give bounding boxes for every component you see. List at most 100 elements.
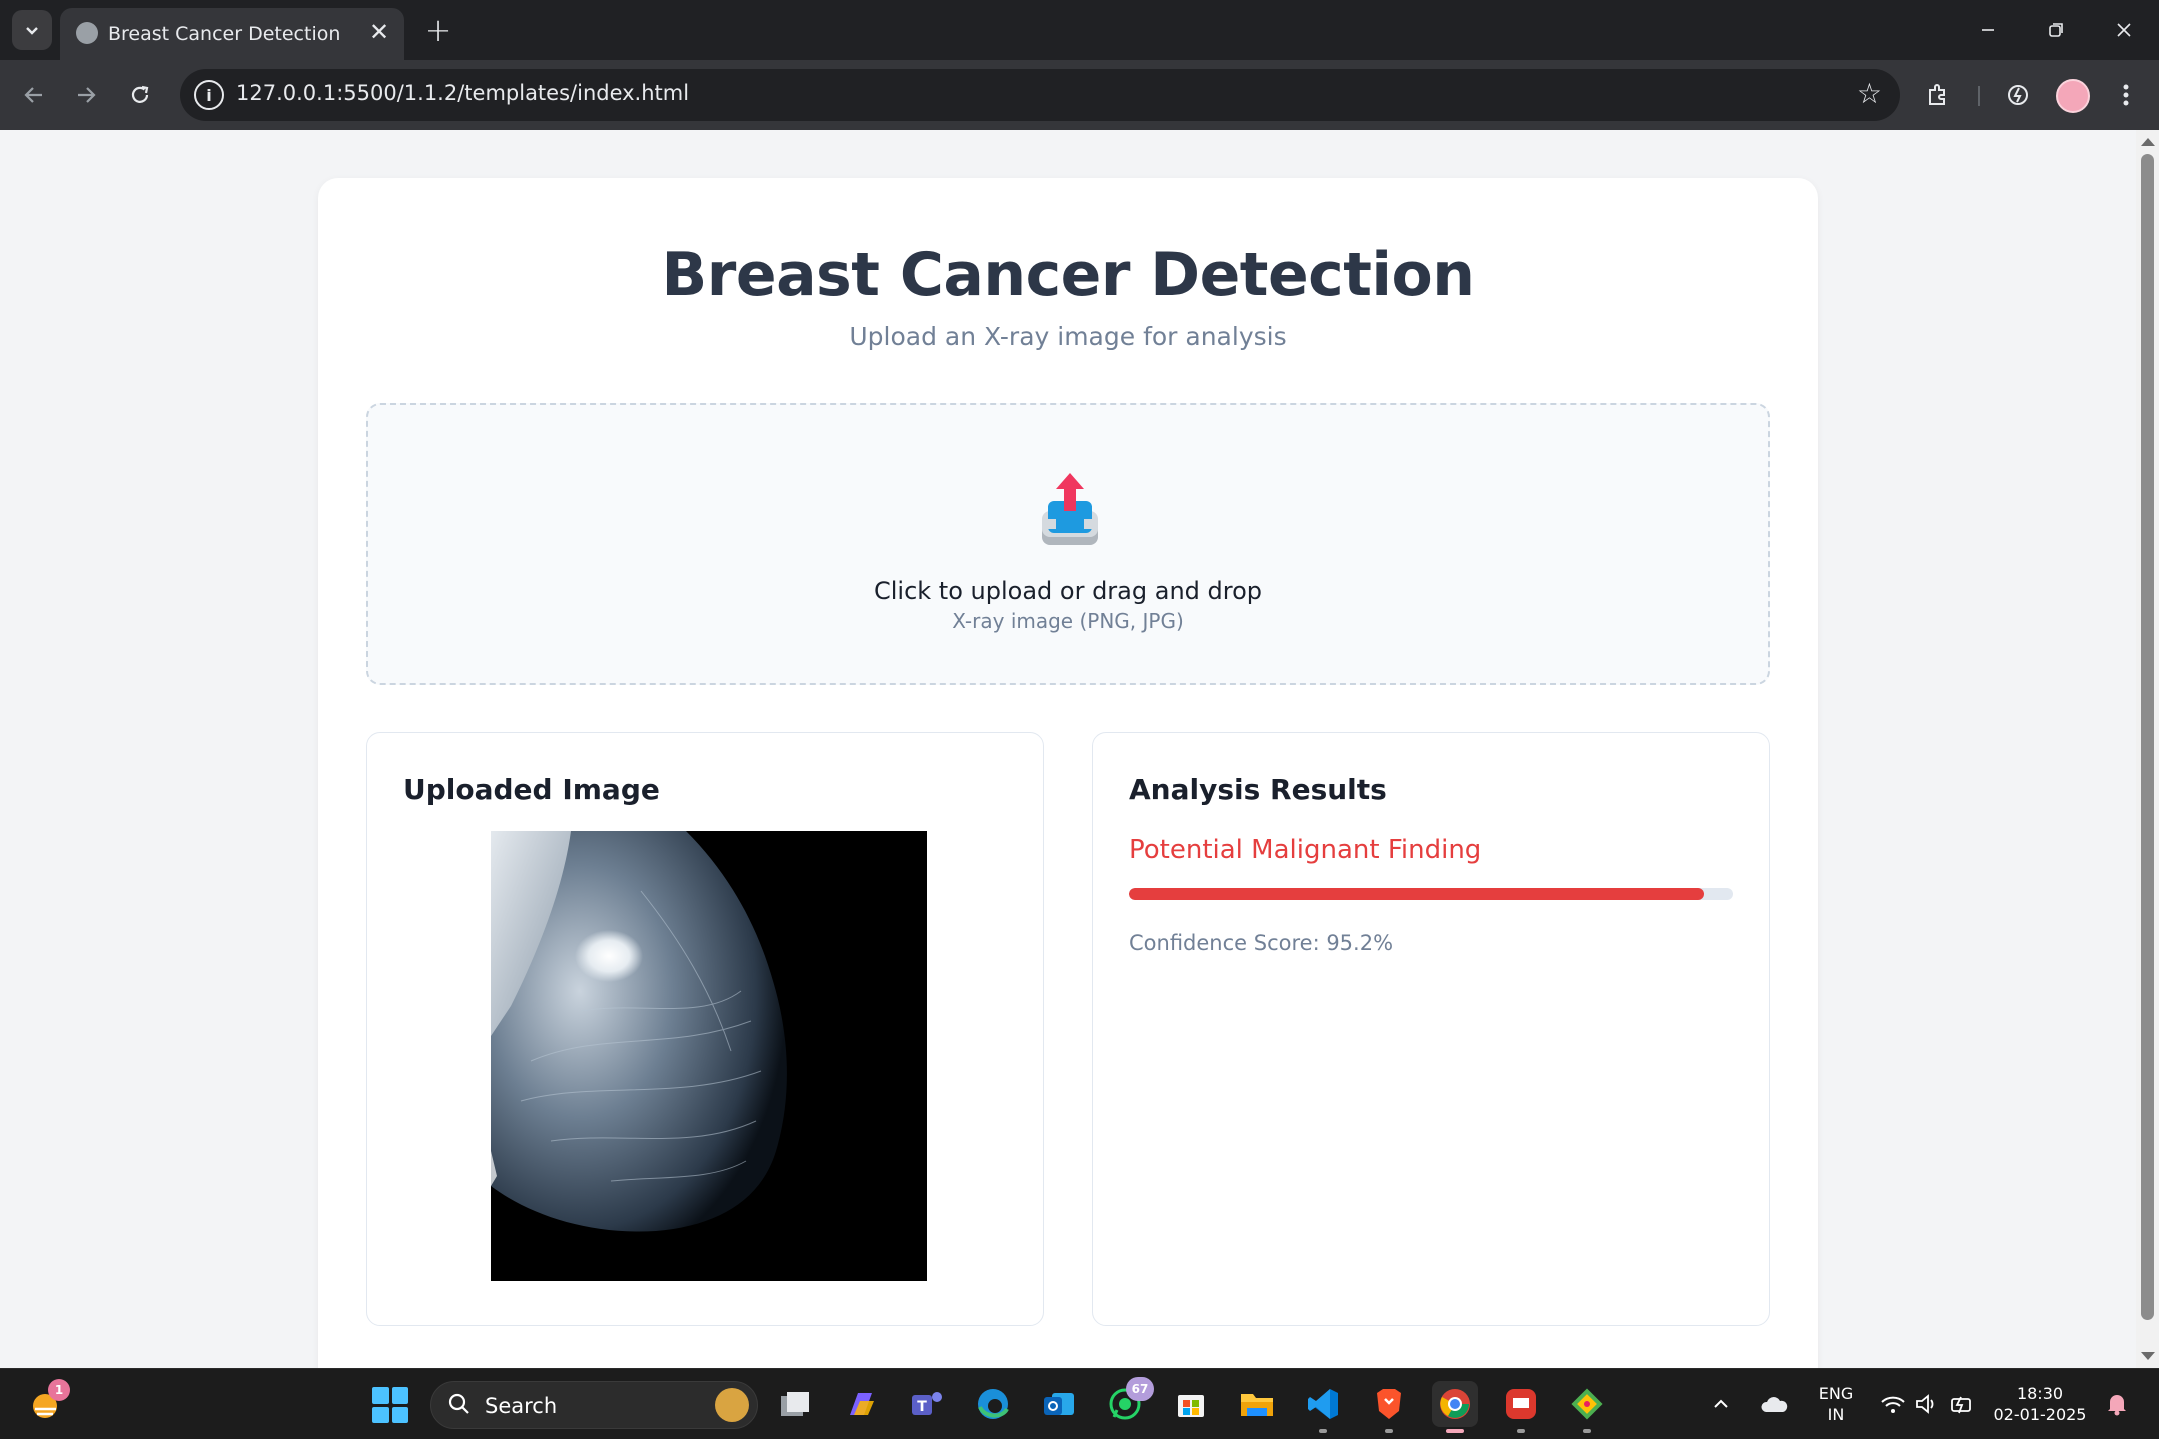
more-menu-icon[interactable] bbox=[2108, 77, 2144, 113]
upload-tray-icon bbox=[1042, 473, 1098, 545]
page-subtitle: Upload an X-ray image for analysis bbox=[849, 322, 1287, 351]
search-label: Search bbox=[485, 1394, 558, 1418]
wifi-icon bbox=[1881, 1396, 1905, 1413]
redis-app[interactable] bbox=[1498, 1381, 1544, 1433]
outlook-icon bbox=[1044, 1393, 1074, 1415]
redis-icon bbox=[1506, 1389, 1536, 1419]
uploaded-image-panel: Uploaded Image bbox=[366, 732, 1044, 1326]
outlook-app[interactable] bbox=[1036, 1381, 1082, 1427]
forward-button[interactable] bbox=[66, 75, 106, 115]
taskbar-search[interactable]: Search bbox=[430, 1381, 758, 1429]
arrow-left-icon bbox=[24, 87, 42, 103]
windows-taskbar: 1 Search T 67 ENG IN 18:30 02-01-2025 bbox=[0, 1368, 2159, 1439]
bell-icon bbox=[2108, 1395, 2126, 1416]
tab-close-icon[interactable]: ✕ bbox=[364, 17, 394, 47]
address-bar[interactable]: i 127.0.0.1:5500/1.1.2/templates/index.h… bbox=[180, 69, 1900, 121]
browser-toolbar: i 127.0.0.1:5500/1.1.2/templates/index.h… bbox=[0, 60, 2159, 130]
upload-file-types: X-ray image (PNG, JPG) bbox=[952, 609, 1184, 633]
search-highlight-icon bbox=[715, 1388, 749, 1422]
reload-button[interactable] bbox=[120, 75, 160, 115]
scroll-thumb[interactable] bbox=[2141, 154, 2154, 1320]
upload-instruction: Click to upload or drag and drop bbox=[873, 577, 1263, 605]
site-info-icon[interactable]: i bbox=[194, 80, 224, 110]
chrome-app[interactable] bbox=[1432, 1381, 1478, 1433]
windows-logo-icon bbox=[372, 1387, 389, 1404]
page-scrollbar[interactable] bbox=[2136, 130, 2159, 1368]
scroll-up-arrow-icon[interactable] bbox=[2141, 138, 2155, 146]
volume-tray[interactable] bbox=[1910, 1381, 1944, 1427]
language-code: ENG bbox=[1818, 1384, 1854, 1403]
clock[interactable]: 18:30 02-01-2025 bbox=[1992, 1383, 2088, 1425]
whatsapp-badge: 67 bbox=[1126, 1377, 1154, 1401]
browser-tab[interactable]: Breast Cancer Detection ✕ bbox=[60, 8, 404, 60]
page-viewport: Breast Cancer Detection Upload an X-ray … bbox=[0, 130, 2136, 1368]
analysis-results-panel: Analysis Results Potential Malignant Fin… bbox=[1092, 732, 1770, 1326]
clock-date: 02-01-2025 bbox=[1993, 1405, 2087, 1424]
teams-app[interactable]: T bbox=[904, 1381, 950, 1427]
url-text[interactable]: 127.0.0.1:5500/1.1.2/templates/index.htm… bbox=[236, 81, 689, 105]
file-explorer-app[interactable] bbox=[1234, 1381, 1280, 1427]
toolbar-divider bbox=[1978, 86, 1980, 106]
new-tab-button[interactable]: + bbox=[420, 11, 456, 49]
brave-icon bbox=[1377, 1389, 1401, 1419]
extensions-icon[interactable] bbox=[1920, 77, 1956, 113]
onedrive-tray[interactable] bbox=[1756, 1381, 1792, 1427]
vscode-app[interactable] bbox=[1300, 1381, 1346, 1433]
chevron-up-icon bbox=[1714, 1399, 1728, 1408]
chrome-icon bbox=[1440, 1389, 1470, 1419]
tab-bar: Breast Cancer Detection ✕ + bbox=[0, 0, 2159, 60]
brave-app[interactable] bbox=[1366, 1381, 1412, 1433]
chevron-down-icon bbox=[26, 27, 38, 35]
git-app[interactable] bbox=[1564, 1381, 1610, 1433]
speaker-icon bbox=[1916, 1394, 1934, 1414]
widget-badge: 1 bbox=[48, 1379, 70, 1401]
git-icon bbox=[1571, 1388, 1603, 1420]
uploaded-image-title: Uploaded Image bbox=[403, 773, 660, 806]
xray-image bbox=[491, 831, 927, 1281]
teams-icon: T bbox=[912, 1392, 942, 1415]
edge-icon bbox=[978, 1389, 1009, 1419]
clock-time: 18:30 bbox=[2016, 1384, 2064, 1403]
language-region: IN bbox=[1827, 1405, 1845, 1424]
task-view-button[interactable] bbox=[772, 1381, 818, 1427]
close-icon bbox=[2117, 23, 2131, 37]
analysis-results-title: Analysis Results bbox=[1129, 773, 1387, 806]
upload-dropzone[interactable]: Click to upload or drag and drop X-ray i… bbox=[366, 403, 1770, 685]
svg-text:T: T bbox=[917, 1399, 927, 1415]
main-card: Breast Cancer Detection Upload an X-ray … bbox=[318, 178, 1818, 1368]
arrow-right-icon bbox=[78, 87, 96, 103]
confidence-score: Confidence Score: 95.2% bbox=[1129, 931, 1394, 955]
close-window-button[interactable] bbox=[2102, 10, 2146, 50]
page-title: Breast Cancer Detection bbox=[661, 240, 1475, 310]
profile-avatar[interactable] bbox=[2056, 79, 2090, 113]
notifications-button[interactable] bbox=[2100, 1381, 2134, 1427]
wifi-tray[interactable] bbox=[1876, 1381, 1910, 1427]
bookmark-star-icon[interactable]: ☆ bbox=[1857, 77, 1882, 110]
whatsapp-app[interactable]: 67 bbox=[1102, 1377, 1154, 1427]
back-button[interactable] bbox=[14, 75, 54, 115]
folder-icon bbox=[1241, 1394, 1273, 1416]
store-app[interactable] bbox=[1168, 1381, 1214, 1427]
copilot-app[interactable] bbox=[838, 1381, 884, 1427]
battery-charging-icon bbox=[1951, 1396, 1971, 1414]
scroll-down-arrow-icon[interactable] bbox=[2141, 1352, 2155, 1360]
search-icon bbox=[448, 1393, 469, 1414]
restore-icon bbox=[2049, 23, 2063, 37]
minimize-button[interactable] bbox=[1966, 10, 2010, 50]
show-hidden-icons[interactable] bbox=[1706, 1381, 1736, 1427]
copilot-icon bbox=[850, 1393, 874, 1415]
battery-tray[interactable] bbox=[1946, 1381, 1980, 1427]
tab-search-button[interactable] bbox=[12, 10, 52, 50]
language-indicator[interactable]: ENG IN bbox=[1812, 1383, 1860, 1425]
widgets-button[interactable]: 1 bbox=[22, 1379, 70, 1427]
restore-button[interactable] bbox=[2034, 10, 2078, 50]
performance-icon[interactable] bbox=[2000, 77, 2036, 113]
tab-title: Breast Cancer Detection bbox=[108, 23, 341, 45]
start-button[interactable] bbox=[372, 1387, 408, 1423]
store-icon bbox=[1178, 1395, 1204, 1417]
edge-app[interactable] bbox=[970, 1381, 1016, 1427]
cloud-icon bbox=[1761, 1397, 1788, 1412]
result-finding: Potential Malignant Finding bbox=[1129, 835, 1482, 865]
task-view-icon bbox=[781, 1392, 809, 1416]
confidence-bar-fill bbox=[1129, 888, 1704, 900]
